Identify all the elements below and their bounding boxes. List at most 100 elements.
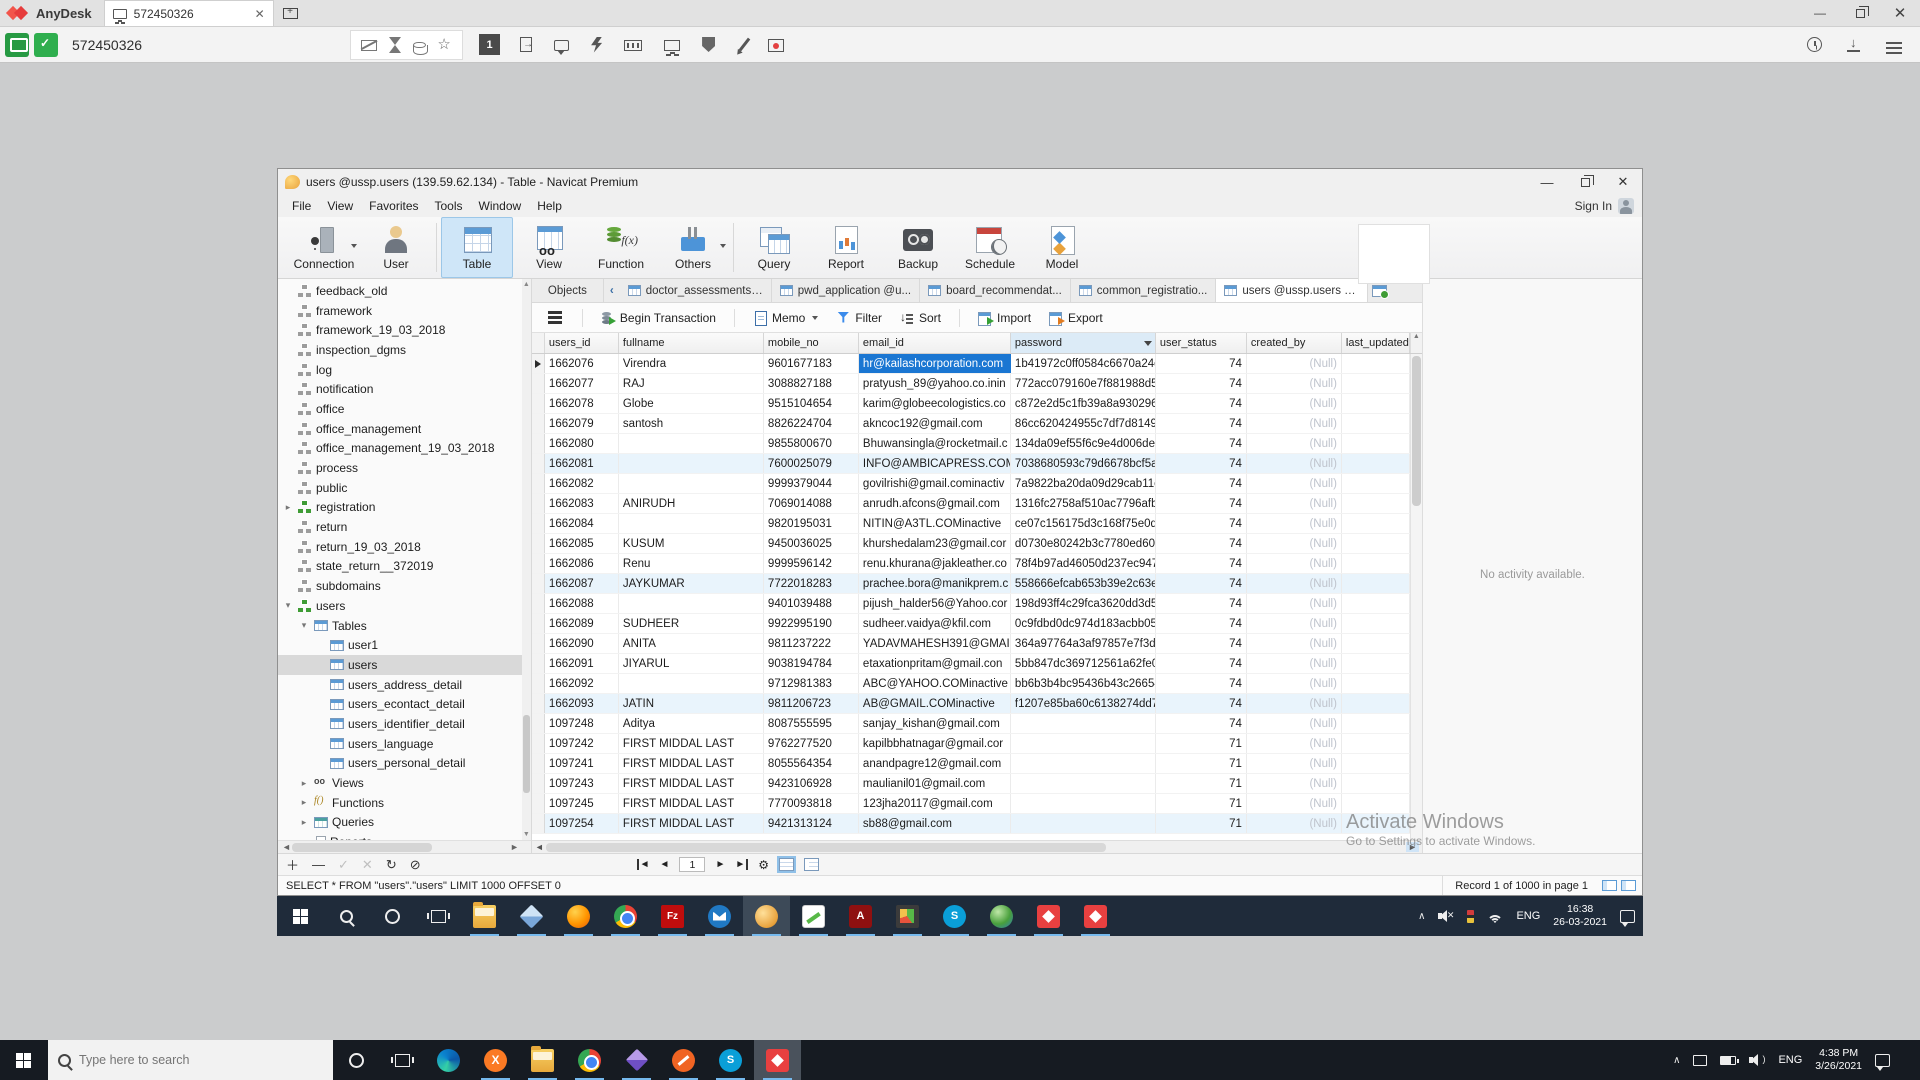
- filter-button[interactable]: Filter: [830, 311, 888, 325]
- row-marker[interactable]: [532, 594, 545, 613]
- history-icon[interactable]: [1807, 37, 1822, 52]
- cell-users-id[interactable]: 1662085: [545, 534, 619, 553]
- cell-fullname[interactable]: ANITA: [619, 634, 764, 653]
- cell-user-status[interactable]: 74: [1156, 494, 1247, 513]
- cell-created-by[interactable]: (Null): [1247, 454, 1342, 473]
- toolbar-function-button[interactable]: Function: [585, 217, 657, 278]
- cell-users-id[interactable]: 1662092: [545, 674, 619, 693]
- scroll-left-icon[interactable]: ◄: [535, 842, 544, 852]
- remote-app-file-explorer-button[interactable]: [461, 896, 508, 936]
- cell-last-updated[interactable]: [1342, 814, 1410, 833]
- cell-last-updated[interactable]: [1342, 654, 1410, 673]
- cell-mobile-no[interactable]: 7600025079: [764, 454, 859, 473]
- cell-email-id[interactable]: INFO@AMBICAPRESS.COMi: [859, 454, 1011, 473]
- cell-last-updated[interactable]: [1342, 574, 1410, 593]
- table-row[interactable]: 1097243FIRST MIDDAL LAST9423106928maulia…: [532, 774, 1410, 794]
- cell-fullname[interactable]: [619, 594, 764, 613]
- cell-user-status[interactable]: 71: [1156, 774, 1247, 793]
- cell-created-by[interactable]: (Null): [1247, 374, 1342, 393]
- menu-window[interactable]: Window: [471, 199, 530, 213]
- cell-email-id[interactable]: YADAVMAHESH391@GMAIl: [859, 634, 1011, 653]
- cell-password[interactable]: 0c9fdbd0dc974d183acbb058: [1011, 614, 1156, 633]
- local-search-box[interactable]: [48, 1040, 333, 1080]
- cell-last-updated[interactable]: [1342, 754, 1410, 773]
- row-marker[interactable]: [532, 574, 545, 593]
- menu-file[interactable]: File: [284, 199, 319, 213]
- grid-indicator-icon[interactable]: [1602, 880, 1617, 891]
- cell-last-updated[interactable]: [1342, 674, 1410, 693]
- row-marker[interactable]: [532, 614, 545, 633]
- language-indicator[interactable]: ENG: [1778, 1054, 1802, 1066]
- cell-fullname[interactable]: FIRST MIDDAL LAST: [619, 814, 764, 833]
- row-marker[interactable]: [532, 454, 545, 473]
- cell-fullname[interactable]: KUSUM: [619, 534, 764, 553]
- row-marker[interactable]: [532, 534, 545, 553]
- table-row[interactable]: 16620829999379044govilrishi@gmail.comina…: [532, 474, 1410, 494]
- sidebar-item-process[interactable]: process: [278, 458, 531, 478]
- connected-monitor-icon[interactable]: [34, 33, 58, 57]
- cell-mobile-no[interactable]: 9515104654: [764, 394, 859, 413]
- navicat-restore-button[interactable]: [1566, 169, 1604, 195]
- cell-created-by[interactable]: (Null): [1247, 594, 1342, 613]
- cell-user-status[interactable]: 71: [1156, 794, 1247, 813]
- cell-password[interactable]: 558666efcab653b39e2c63e8c: [1011, 574, 1156, 593]
- menu-view[interactable]: View: [319, 199, 361, 213]
- cell-email-id[interactable]: pijush_halder56@Yahoo.cor: [859, 594, 1011, 613]
- table-row[interactable]: 1097242FIRST MIDDAL LAST9762277520kapilb…: [532, 734, 1410, 754]
- keyboard-icon[interactable]: [624, 40, 642, 51]
- remote-app-filezilla-button[interactable]: Fz: [649, 896, 696, 936]
- new-table-tab-icon[interactable]: [1372, 285, 1387, 297]
- row-marker[interactable]: [532, 434, 545, 453]
- cell-fullname[interactable]: [619, 454, 764, 473]
- grid-vscroll-track[interactable]: [1410, 354, 1422, 840]
- cell-email-id[interactable]: Bhuwansingla@rocketmail.c: [859, 434, 1011, 453]
- page-number-field[interactable]: 1: [679, 857, 705, 872]
- row-marker[interactable]: [532, 694, 545, 713]
- remote-cortana-button[interactable]: [369, 896, 415, 936]
- scroll-thumb[interactable]: [546, 843, 1106, 852]
- cell-password[interactable]: [1011, 734, 1156, 753]
- cell-mobile-no[interactable]: 8087555595: [764, 714, 859, 733]
- sidebar-item-reports[interactable]: ▸Reports: [278, 832, 531, 840]
- toolbar-backup-button[interactable]: Backup: [882, 217, 954, 278]
- local-start-button[interactable]: [0, 1040, 46, 1080]
- next-page-button[interactable]: ►: [715, 859, 725, 870]
- column-header-last-updated[interactable]: last_updated: [1342, 333, 1410, 353]
- sidebar-item-inspection-dgms[interactable]: inspection_dgms: [278, 340, 531, 360]
- table-row[interactable]: 1662085KUSUM9450036025khurshedalam23@gma…: [532, 534, 1410, 554]
- menu-favorites[interactable]: Favorites: [361, 199, 426, 213]
- cell-created-by[interactable]: (Null): [1247, 554, 1342, 573]
- cell-users-id[interactable]: 1662082: [545, 474, 619, 493]
- row-marker[interactable]: [532, 794, 545, 813]
- cell-fullname[interactable]: [619, 474, 764, 493]
- cell-user-status[interactable]: 74: [1156, 574, 1247, 593]
- cell-last-updated[interactable]: [1342, 354, 1410, 373]
- menu-help[interactable]: Help: [529, 199, 570, 213]
- table-row[interactable]: 1662086Renu9999596142renu.khurana@jaklea…: [532, 554, 1410, 574]
- local-app-dev-pencil-button[interactable]: [660, 1040, 707, 1080]
- cell-fullname[interactable]: JAYKUMAR: [619, 574, 764, 593]
- chevron-right-icon[interactable]: ▸: [298, 817, 310, 828]
- cell-last-updated[interactable]: [1342, 554, 1410, 573]
- cell-created-by[interactable]: (Null): [1247, 354, 1342, 373]
- local-app-skype-button[interactable]: S: [707, 1040, 754, 1080]
- cell-fullname[interactable]: [619, 434, 764, 453]
- close-button[interactable]: ✕: [1880, 0, 1920, 26]
- table-row[interactable]: 1662078Globe9515104654karim@globeecologi…: [532, 394, 1410, 414]
- cell-mobile-no[interactable]: 7770093818: [764, 794, 859, 813]
- sidebar-vertical-scrollbar[interactable]: ▲ ▼: [522, 279, 531, 840]
- remote-app-acrobat-button[interactable]: A: [837, 896, 884, 936]
- favorite-star-icon[interactable]: ☆: [436, 37, 452, 53]
- remote-app-paint-tool-button[interactable]: [884, 896, 931, 936]
- cell-password[interactable]: 198d93ff4c29fca3620dd3d56: [1011, 594, 1156, 613]
- sidebar-item-functions[interactable]: ▸Functions: [278, 793, 531, 813]
- cell-created-by[interactable]: (Null): [1247, 414, 1342, 433]
- chevron-down-icon[interactable]: ▾: [282, 600, 294, 611]
- table-row[interactable]: 1097254FIRST MIDDAL LAST9421313124sb88@g…: [532, 814, 1410, 834]
- tab-scroll-left-icon[interactable]: ‹: [604, 279, 620, 302]
- sidebar-item-user1[interactable]: user1: [278, 635, 531, 655]
- sidebar-item-feedback-old[interactable]: feedback_old: [278, 281, 531, 301]
- cell-user-status[interactable]: 71: [1156, 754, 1247, 773]
- cell-password[interactable]: 1316fc2758af510ac7796afb5f: [1011, 494, 1156, 513]
- cell-password[interactable]: 134da09ef55f6c9e4d006defc: [1011, 434, 1156, 453]
